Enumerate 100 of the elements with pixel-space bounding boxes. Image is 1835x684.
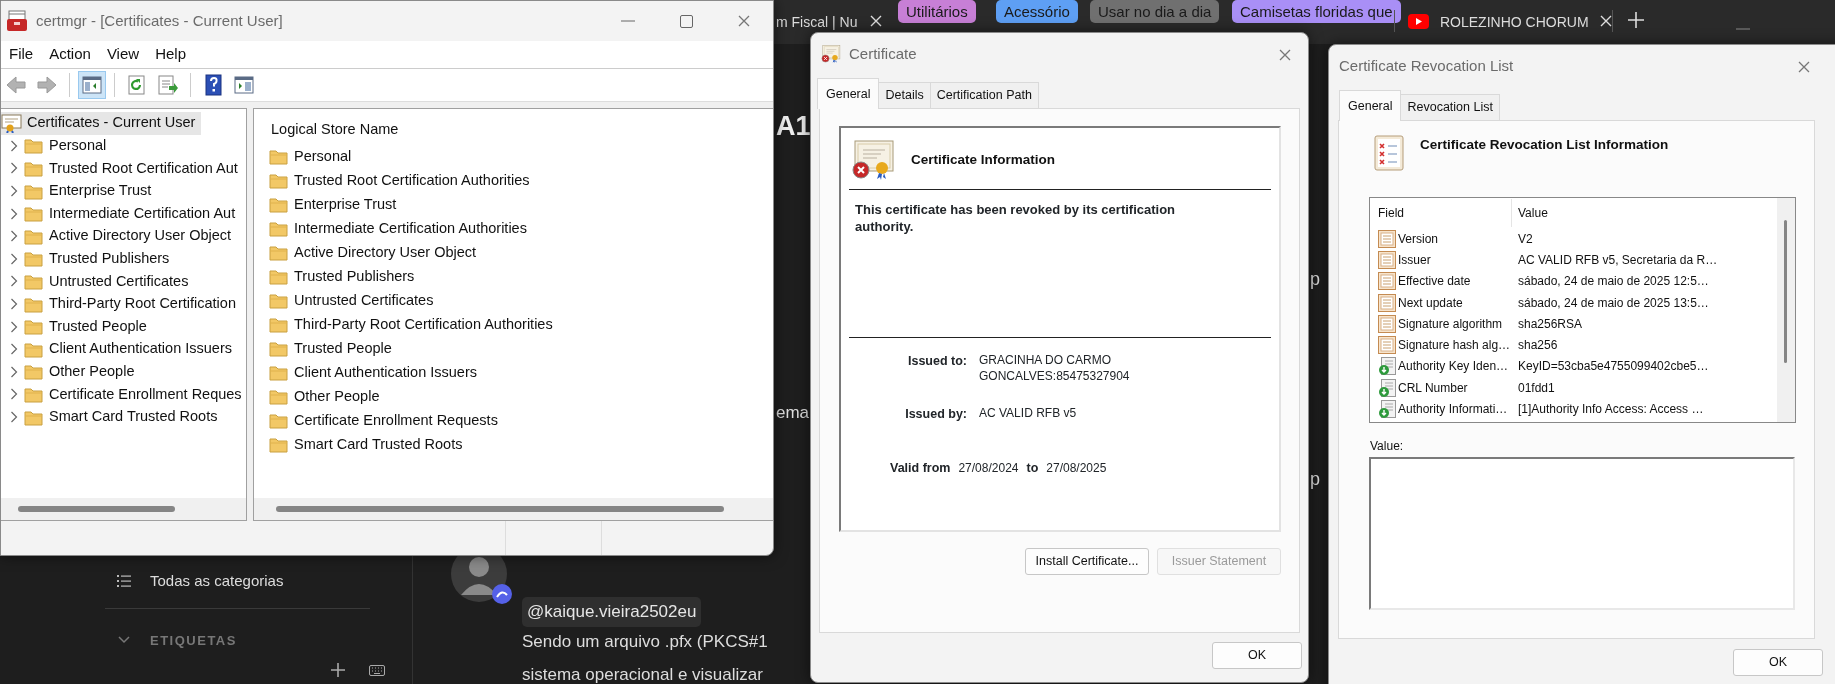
table-row[interactable]: Next update sábado, 24 de maio de 2025 13:5…	[1370, 291, 1777, 314]
list-item[interactable]: Certificate Enrollment Requests	[254, 408, 773, 433]
tree-item[interactable]: Enterprise Trust	[1, 179, 246, 203]
chevron-icon[interactable]	[10, 343, 18, 356]
table-row[interactable]: CRL Number 01fdd1	[1370, 377, 1777, 399]
folder-icon	[24, 137, 43, 155]
chevron-icon[interactable]	[10, 388, 18, 401]
list-item[interactable]: Untrusted Certificates	[254, 288, 773, 313]
scrollbar-thumb[interactable]	[276, 506, 724, 512]
list-item[interactable]: Trusted People	[254, 336, 773, 361]
folder-icon	[269, 268, 288, 286]
info-heading: Certificate Information	[911, 150, 1056, 169]
tab[interactable]: Revocation List	[1400, 94, 1500, 120]
tree-item[interactable]: Smart Card Trusted Roots	[1, 405, 246, 429]
tab[interactable]: Certification Path	[929, 82, 1039, 108]
dialog-button[interactable]: Install Certificate...	[1025, 548, 1149, 575]
table-cell-text: sha256RSA	[1517, 315, 1583, 333]
list-item[interactable]: Trusted Root Certification Authorities	[254, 168, 773, 193]
chevron-icon[interactable]	[10, 411, 18, 423]
table-row[interactable]: Issuer AC VALID RFB v5, Secretaria da R…	[1370, 249, 1777, 271]
forward-arrow-icon	[36, 74, 58, 96]
list-item[interactable]: Trusted Publishers	[254, 264, 773, 289]
table-cell-text: Authority Informati…	[1398, 401, 1508, 418]
column-header[interactable]: Value	[1512, 204, 1548, 222]
tab[interactable]: General	[817, 78, 880, 109]
scrollbar-thumb[interactable]	[18, 506, 175, 512]
menu-item[interactable]: Action	[41, 43, 99, 66]
list-item[interactable]: Personal	[254, 144, 773, 169]
list-item[interactable]: Client Authentication Issuers	[254, 360, 773, 385]
folder-icon	[269, 388, 288, 406]
ok-button[interactable]: OK	[1212, 642, 1302, 669]
chevron-icon[interactable]	[10, 185, 18, 198]
table-cell-text: CRL Number	[1398, 379, 1468, 397]
tab-group[interactable]: Acessório	[996, 0, 1078, 23]
chevron-icon[interactable]	[10, 230, 18, 243]
field-value: AC VALID RFB v5	[979, 404, 1078, 422]
table-row[interactable]: Signature algorithm sha256RSA	[1370, 313, 1777, 335]
tab[interactable]: General	[1339, 90, 1402, 121]
folder-icon	[24, 250, 43, 268]
plus-icon[interactable]	[331, 663, 345, 677]
list-item[interactable]: Other People	[254, 384, 773, 409]
tree-item[interactable]: Trusted People	[1, 315, 246, 338]
pane-icon	[81, 74, 103, 96]
list-item[interactable]: Intermediate Certification Authorities	[254, 216, 773, 241]
tab-group[interactable]: Usar no dia a dia	[1090, 0, 1220, 23]
tab-group[interactable]: Utilitários	[898, 0, 976, 23]
chevron-icon[interactable]	[10, 252, 18, 265]
pane-button[interactable]	[78, 71, 106, 99]
chevron-icon[interactable]	[10, 207, 18, 220]
tab-title[interactable]: m Fiscal | Nu	[776, 12, 858, 33]
table-row[interactable]: Version V2	[1370, 228, 1777, 250]
chevron-icon[interactable]	[10, 162, 18, 175]
menu-item[interactable]: File	[1, 43, 42, 66]
window-title: Certificate	[849, 44, 917, 65]
tree-item[interactable]: Trusted Root Certification Aut	[1, 157, 246, 180]
list-item[interactable]: Enterprise Trust	[254, 192, 773, 217]
column-header[interactable]: Logical Store Name	[254, 113, 773, 145]
list-item[interactable]: Active Directory User Object	[254, 240, 773, 265]
tree-item[interactable]: Certificates - Current User	[1, 112, 201, 135]
table-row[interactable]: Signature hash alg… sha256	[1370, 334, 1777, 356]
table-row[interactable]: Effective date sábado, 24 de maio de 2025 12:5…	[1370, 270, 1777, 292]
close-icon[interactable]	[870, 15, 882, 27]
tree-item[interactable]: Active Directory User Object	[1, 224, 246, 248]
menu-item[interactable]: View	[98, 43, 148, 66]
list-item[interactable]: Smart Card Trusted Roots	[254, 432, 773, 457]
sidebar-item[interactable]: Todas as categorias	[150, 570, 284, 593]
section-label: ETIQUETAS	[150, 632, 237, 650]
chevron-icon[interactable]	[10, 320, 18, 333]
scrollbar-thumb[interactable]	[1784, 220, 1787, 363]
table-row[interactable]: Authority Key Iden… KeyID=53cba5e4755099402cbe5…	[1370, 355, 1777, 378]
chevron-icon[interactable]	[10, 365, 18, 378]
chevron-icon[interactable]	[118, 636, 130, 644]
tree-item[interactable]: Other People	[1, 360, 246, 384]
heading-text: A1	[776, 110, 811, 143]
chevron-icon[interactable]	[10, 139, 18, 152]
keyboard-icon[interactable]	[369, 665, 385, 676]
tree-item[interactable]: Intermediate Certification Aut	[1, 202, 246, 225]
tree-item[interactable]: Client Authentication Issuers	[1, 337, 246, 361]
table-cell-text: Version	[1398, 230, 1439, 248]
chevron-icon[interactable]	[10, 298, 18, 311]
body-text: p	[1310, 468, 1320, 491]
mention-tag[interactable]: @kaique.vieira2502eu	[522, 597, 702, 627]
close-icon[interactable]	[1600, 15, 1612, 27]
tree-item[interactable]: Untrusted Certificates	[1, 270, 246, 293]
table-row[interactable]: Authority Informati… [1]Authority Info Access: Access …	[1370, 398, 1777, 420]
table-cell-text: sábado, 24 de maio de 2025 13:5…	[1517, 294, 1709, 312]
tab-title[interactable]: ROLEZINHO CHORUM	[1440, 12, 1589, 33]
tree-item[interactable]: Third-Party Root Certification	[1, 292, 246, 316]
tab-group[interactable]: Camisetas floridas que	[1232, 0, 1401, 23]
column-header[interactable]: Field	[1370, 199, 1512, 227]
tree-item[interactable]: Certificate Enrollment Reques	[1, 383, 246, 406]
tree-item[interactable]: Trusted Publishers	[1, 247, 246, 271]
list-item[interactable]: Third-Party Root Certification Authorities	[254, 312, 773, 337]
ok-button[interactable]: OK	[1733, 649, 1823, 676]
folder-icon	[269, 364, 288, 382]
toolbox-icon	[6, 10, 28, 32]
menu-item[interactable]: Help	[147, 43, 194, 66]
chevron-icon[interactable]	[10, 275, 18, 288]
field-label: Value:	[1370, 438, 1405, 455]
tree-item[interactable]: Personal	[1, 134, 246, 158]
